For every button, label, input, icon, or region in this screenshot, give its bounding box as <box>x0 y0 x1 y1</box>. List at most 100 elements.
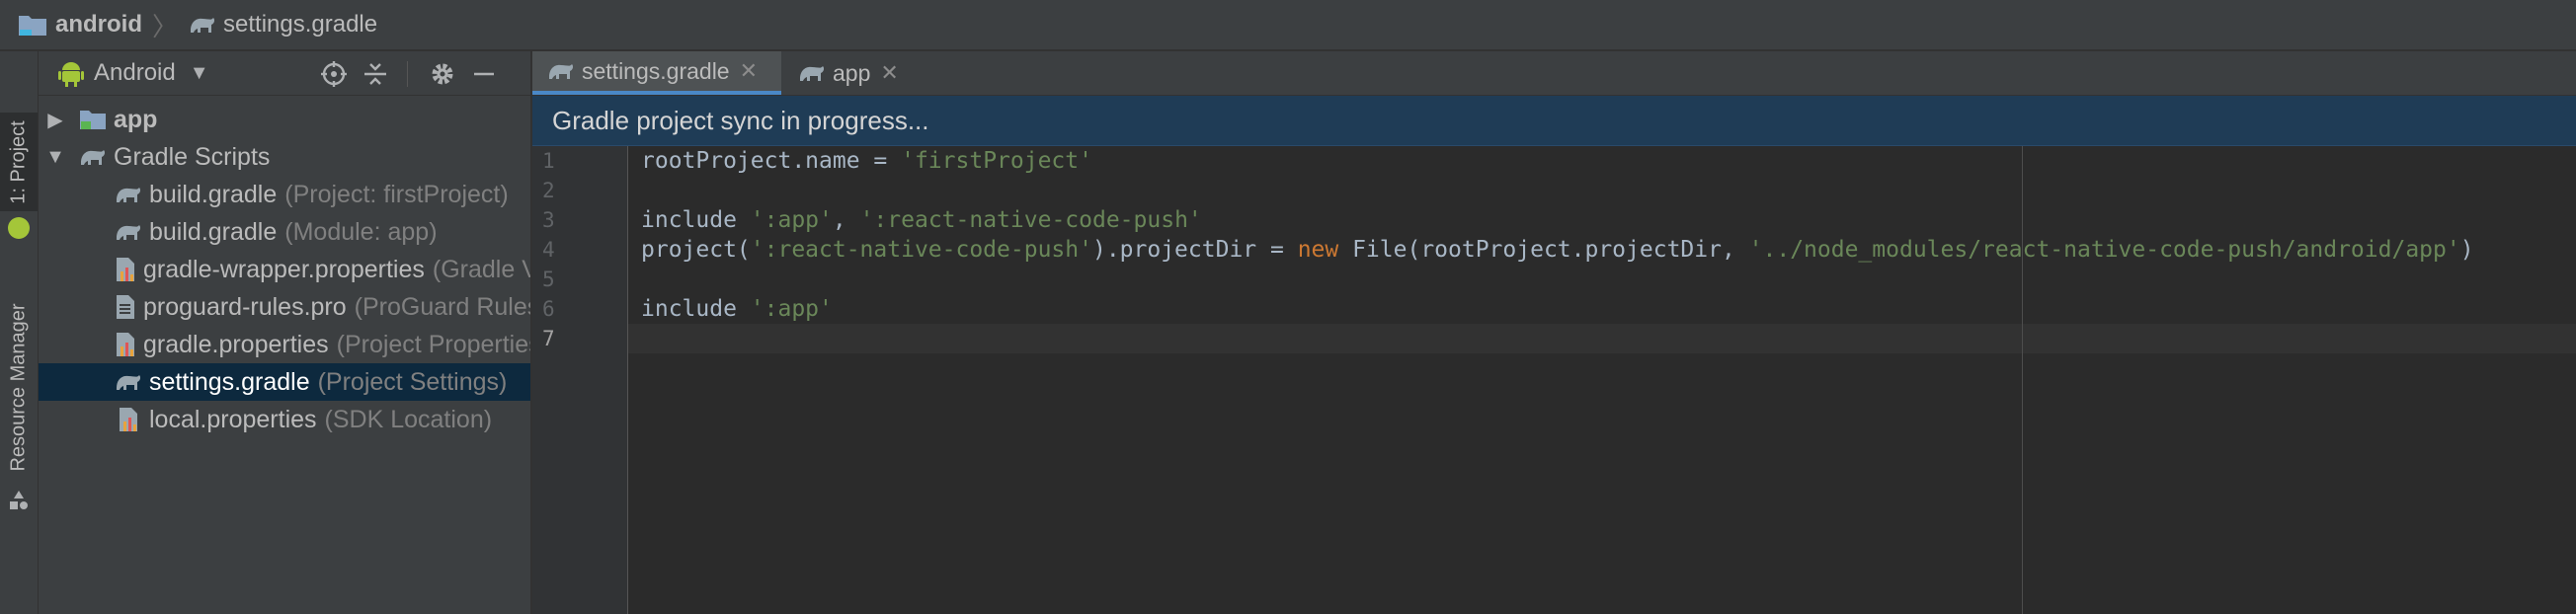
tree-item-hint: (SDK Location) <box>324 405 493 433</box>
gradle-elephant-icon <box>191 18 215 33</box>
line-number: 4 <box>542 238 555 262</box>
string-literal: '../node_modules/react-native-code-push/… <box>1748 237 2460 263</box>
line-number-gutter: 1 2 3 4 5 6 7 <box>532 146 628 614</box>
tree-item-proguard-rules[interactable]: proguard-rules.pro (ProGuard Rules for a… <box>39 288 530 326</box>
tool-window-strip: 1: Project Resource Manager <box>0 51 39 614</box>
string-literal: ':react-native-code-push' <box>750 237 1092 263</box>
collapse-arrow-icon[interactable]: ▼ <box>44 146 66 169</box>
line-number: 1 <box>542 149 555 173</box>
tab-label: app <box>833 59 871 86</box>
breadcrumb-file[interactable]: settings.gradle <box>188 11 377 38</box>
tree-item-label: settings.gradle <box>149 367 310 396</box>
tree-item-label: gradle-wrapper.properties <box>143 255 425 283</box>
current-line-number: 7 <box>542 327 555 350</box>
breadcrumb-root[interactable]: android <box>18 11 142 38</box>
properties-file-icon <box>114 255 137 284</box>
tree-item-hint: (ProGuard Rules for app) <box>354 292 530 321</box>
gradle-elephant-icon <box>114 367 143 397</box>
gear-icon[interactable] <box>428 59 457 89</box>
tree-item-app[interactable]: ▶ app <box>39 101 530 138</box>
code-line-6[interactable]: include ':app' <box>641 294 833 324</box>
code-token: , <box>832 207 860 233</box>
project-panel: Android ▼ ▶ app ▼ Gradle Scripts build.g… <box>39 51 532 614</box>
project-tool-tab-label: 1: Project <box>7 119 30 204</box>
gradle-elephant-icon <box>78 142 108 172</box>
tree-item-hint: (Gradle Version) <box>432 255 530 283</box>
shapes-icon[interactable] <box>8 490 30 511</box>
line-number: 5 <box>542 268 555 291</box>
tree-item-hint: (Project: firstProject) <box>284 180 509 208</box>
string-literal: 'firstProject' <box>901 148 1092 174</box>
tab-app[interactable]: app ✕ <box>787 51 918 95</box>
properties-file-icon <box>114 405 143 434</box>
code-token: File(rootProject.projectDir, <box>1338 237 1749 263</box>
code-line-3[interactable]: include ':app', ':react-native-code-push… <box>641 205 1202 235</box>
tree-item-local-properties[interactable]: local.properties (SDK Location) <box>39 401 530 438</box>
editor-area: settings.gradle ✕ app ✕ Gradle project s… <box>532 51 2576 614</box>
tree-item-label: local.properties <box>149 405 317 433</box>
module-folder-icon <box>78 105 108 134</box>
project-tool-tab[interactable]: 1: Project <box>0 113 38 211</box>
code-token: ) <box>2459 237 2474 263</box>
resource-manager-tab[interactable]: Resource Manager <box>0 288 38 486</box>
tree-item-label: build.gradle <box>149 217 278 246</box>
expand-arrow-icon[interactable]: ▶ <box>44 108 66 132</box>
tree-item-label: gradle.properties <box>143 330 329 358</box>
code-line-1[interactable]: rootProject.name = 'firstProject' <box>641 146 1092 176</box>
code-token: project( <box>641 237 751 263</box>
code-token: ).projectDir = <box>1091 237 1298 263</box>
resource-manager-tab-label: Resource Manager <box>7 302 30 472</box>
sync-banner-text: Gradle project sync in progress... <box>552 105 929 135</box>
tree-item-gradle-wrapper-properties[interactable]: gradle-wrapper.properties (Gradle Versio… <box>39 251 530 288</box>
tree-item-build-gradle-module[interactable]: build.gradle (Module: app) <box>39 213 530 251</box>
tree-item-build-gradle-project[interactable]: build.gradle (Project: firstProject) <box>39 176 530 213</box>
breadcrumb: android 〉 settings.gradle <box>0 0 2576 51</box>
line-number: 3 <box>542 208 555 232</box>
keyword: new <box>1297 237 1339 263</box>
tab-label: settings.gradle <box>582 57 730 84</box>
string-literal: ':react-native-code-push' <box>859 207 1202 233</box>
close-tab-icon[interactable]: ✕ <box>880 60 898 86</box>
gradle-elephant-icon <box>114 217 143 247</box>
tree-item-gradle-properties[interactable]: gradle.properties (Project Properties) <box>39 326 530 363</box>
tree-item-label: Gradle Scripts <box>114 142 271 171</box>
locate-target-icon[interactable] <box>319 59 349 89</box>
close-tab-icon[interactable]: ✕ <box>740 58 758 84</box>
tree-item-label: app <box>114 105 158 133</box>
tree-item-hint: (Project Properties) <box>336 330 530 358</box>
collapse-all-icon[interactable] <box>361 59 390 89</box>
hide-panel-icon[interactable] <box>469 59 499 89</box>
gradle-elephant-icon <box>114 180 143 209</box>
code-line-4[interactable]: project(':react-native-code-push').proje… <box>641 235 2474 265</box>
sync-notification-banner: Gradle project sync in progress... <box>532 96 2576 146</box>
tab-settings-gradle[interactable]: settings.gradle ✕ <box>532 51 781 95</box>
gradle-elephant-icon <box>800 66 825 81</box>
gradle-elephant-icon <box>549 64 574 79</box>
toolbar-separator <box>407 61 408 87</box>
string-literal: ':app' <box>750 207 833 233</box>
breadcrumb-separator: 〉 <box>152 11 179 41</box>
code-token: rootProject.name = <box>641 148 902 174</box>
tree-item-settings-gradle[interactable]: settings.gradle (Project Settings) <box>39 363 530 401</box>
text-file-icon <box>114 292 137 322</box>
line-number: 6 <box>542 297 555 321</box>
tree-item-label: build.gradle <box>149 180 278 208</box>
code-editor[interactable]: rootProject.name = 'firstProject' includ… <box>641 146 2557 614</box>
string-literal: ':app' <box>750 296 833 322</box>
android-logo-icon[interactable] <box>8 217 30 239</box>
folder-icon <box>19 16 46 36</box>
breadcrumb-file-label: settings.gradle <box>223 11 378 38</box>
properties-file-icon <box>114 330 137 359</box>
editor-tab-bar: settings.gradle ✕ app ✕ <box>532 51 2576 96</box>
code-token: include <box>641 296 751 322</box>
tree-item-hint: (Module: app) <box>284 217 438 246</box>
view-selector-label[interactable]: Android <box>94 59 176 87</box>
tree-item-hint: (Project Settings) <box>317 367 508 396</box>
project-panel-toolbar: Android ▼ <box>39 51 530 96</box>
tree-item-gradle-scripts[interactable]: ▼ Gradle Scripts <box>39 138 530 176</box>
tree-item-label: proguard-rules.pro <box>143 292 347 321</box>
breadcrumb-root-label: android <box>55 11 142 38</box>
line-number: 2 <box>542 179 555 202</box>
android-icon <box>58 62 84 87</box>
view-selector-dropdown-icon[interactable]: ▼ <box>190 62 209 85</box>
